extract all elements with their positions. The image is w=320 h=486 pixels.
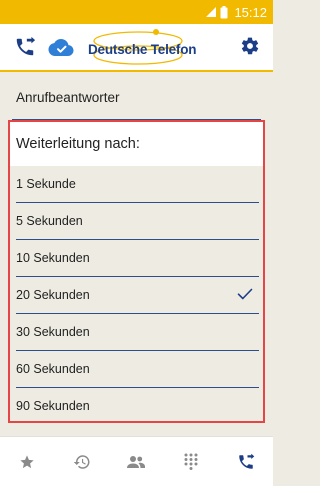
checkmark-icon (237, 288, 253, 300)
option-label: 5 Sekunden (16, 214, 83, 228)
option-1-second[interactable]: 1 Sekunde (10, 166, 263, 203)
option-20-seconds[interactable]: 20 Sekunden (10, 277, 263, 314)
option-label: 90 Sekunden (16, 399, 90, 413)
option-label: 60 Sekunden (16, 362, 90, 376)
option-90-seconds[interactable]: 90 Sekunden (10, 388, 263, 421)
option-30-seconds[interactable]: 30 Sekunden (10, 314, 263, 351)
gear-icon[interactable] (240, 36, 260, 56)
contacts-icon[interactable] (121, 447, 151, 477)
dialog-title: Weiterleitung nach: (10, 122, 263, 166)
app-logo: Deutsche Telefon (82, 28, 197, 68)
option-label: 10 Sekunden (16, 251, 90, 265)
dialpad-icon[interactable] (176, 447, 206, 477)
call-forward-nav-icon[interactable] (231, 447, 261, 477)
option-list: 1 Sekunde 5 Sekunden 10 Sekunden 20 Seku… (10, 166, 263, 421)
section-title: Anrufbeantworter (16, 90, 120, 105)
option-10-seconds[interactable]: 10 Sekunden (10, 240, 263, 277)
forwarding-delay-dialog: Weiterleitung nach: 1 Sekunde 5 Sekunden… (8, 120, 265, 423)
status-icons (205, 5, 228, 19)
option-5-seconds[interactable]: 5 Sekunden (10, 203, 263, 240)
star-icon[interactable] (12, 447, 42, 477)
cloud-check-icon[interactable] (48, 37, 74, 57)
status-time: 15:12 (234, 4, 267, 20)
option-label: 20 Sekunden (16, 288, 90, 302)
option-label: 30 Sekunden (16, 325, 90, 339)
history-icon[interactable] (67, 447, 97, 477)
logo-text: Deutsche Telefon (88, 42, 197, 57)
signal-icon (206, 7, 217, 17)
battery-icon (220, 5, 228, 18)
status-bar: 15:12 (0, 0, 273, 24)
option-60-seconds[interactable]: 60 Sekunden (10, 351, 263, 388)
bottom-navigation (0, 436, 273, 486)
option-label: 1 Sekunde (16, 177, 76, 191)
section-header: Anrufbeantworter (0, 74, 273, 120)
app-bar: Deutsche Telefon (0, 24, 273, 72)
call-forward-icon[interactable] (14, 36, 36, 58)
